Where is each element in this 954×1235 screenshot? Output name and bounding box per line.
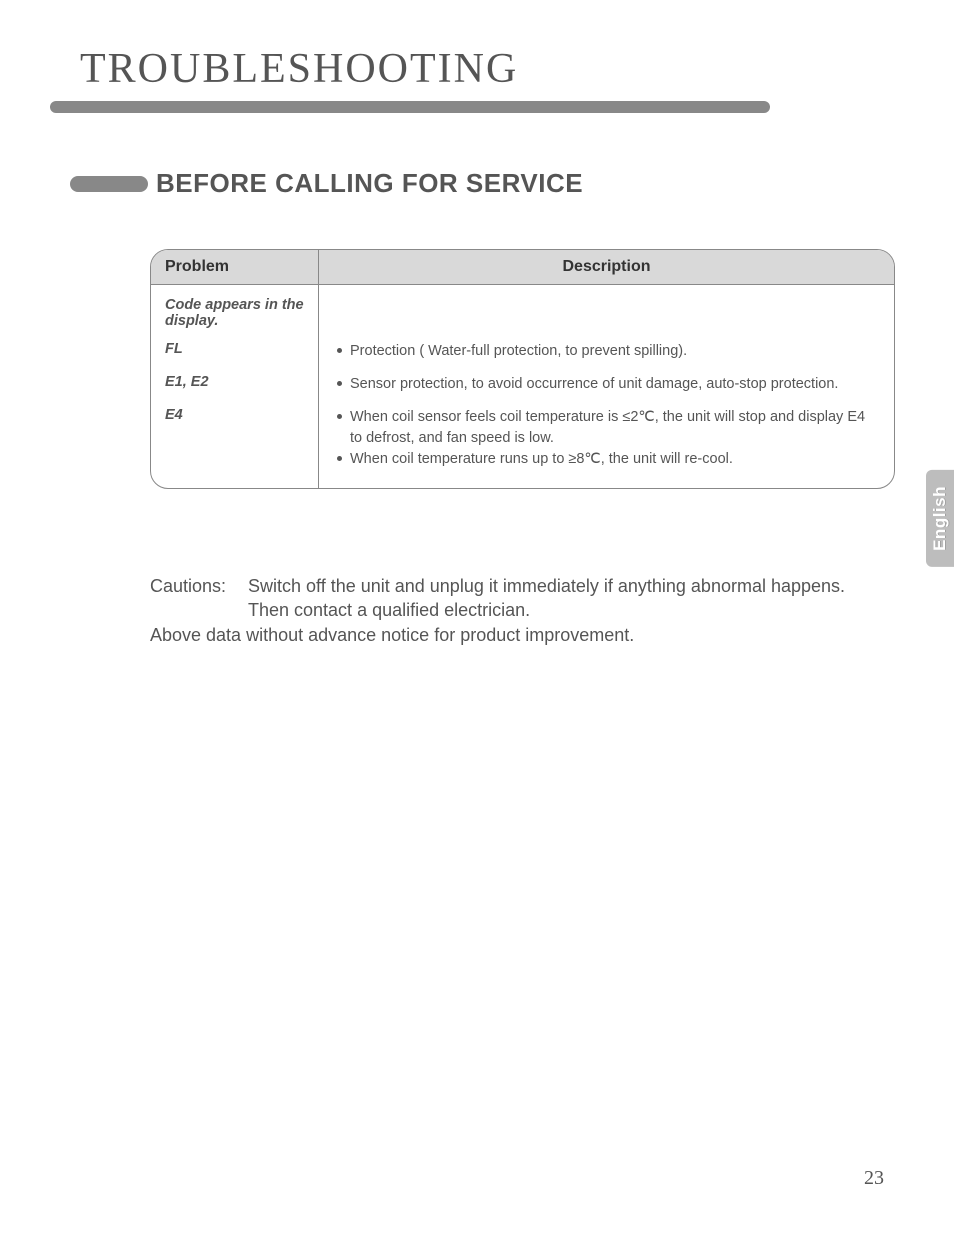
table-row: E1, E2 Sensor protection, to avoid occur… [151,368,894,401]
improvement-notice: Above data without advance notice for pr… [150,625,890,646]
bullet-icon [337,381,342,386]
bullet-line: When coil sensor feels coil temperature … [333,407,880,449]
cautions-row: Cautions: Switch off the unit and unplug… [150,574,890,623]
description-cell: When coil sensor feels coil temperature … [319,401,894,488]
bullet-line: Sensor protection, to avoid occurrence o… [333,374,880,395]
troubleshooting-table-wrap: Problem Description Code appears in the … [150,249,895,489]
bullet-icon [337,456,342,461]
bullet-icon [337,348,342,353]
description-text: Protection ( Water-full protection, to p… [350,341,880,362]
page-number: 23 [864,1167,884,1190]
description-cell: Sensor protection, to avoid occurrence o… [319,368,894,401]
page-title: TROUBLESHOOTING [80,45,904,93]
bullet-line: Protection ( Water-full protection, to p… [333,341,880,362]
bullet-icon [337,414,342,419]
cautions-body: Switch off the unit and unplug it immedi… [248,574,890,623]
cautions-label: Cautions: [150,574,248,623]
problem-cell-intro: Code appears in the display. [151,285,319,335]
table-row: E4 When coil sensor feels coil temperatu… [151,401,894,488]
cautions-block: Cautions: Switch off the unit and unplug… [150,574,890,646]
troubleshooting-table: Problem Description Code appears in the … [150,249,895,489]
col-header-description: Description [319,250,894,285]
problem-cell: E4 [151,401,319,488]
section-heading-row: BEFORE CALLING FOR SERVICE [70,168,904,199]
table-row: Code appears in the display. [151,285,894,335]
description-cell [319,285,894,335]
description-cell: Protection ( Water-full protection, to p… [319,335,894,368]
manual-page: TROUBLESHOOTING BEFORE CALLING FOR SERVI… [0,0,954,1235]
title-underline-bar [50,101,770,113]
description-text: When coil sensor feels coil temperature … [350,407,880,449]
cautions-line-2: Then contact a qualified electrician. [248,598,890,622]
cautions-line-1: Switch off the unit and unplug it immedi… [248,574,890,598]
table-header-row: Problem Description [151,250,894,285]
section-heading: BEFORE CALLING FOR SERVICE [156,168,583,199]
description-text: When coil temperature runs up to ≥8℃, th… [350,449,880,470]
section-pill-icon [70,176,148,192]
description-text: Sensor protection, to avoid occurrence o… [350,374,880,395]
problem-cell: FL [151,335,319,368]
bullet-line: When coil temperature runs up to ≥8℃, th… [333,449,880,470]
language-side-tab: English [926,470,954,567]
col-header-problem: Problem [151,250,319,285]
table-row: FL Protection ( Water-full protection, t… [151,335,894,368]
problem-cell: E1, E2 [151,368,319,401]
